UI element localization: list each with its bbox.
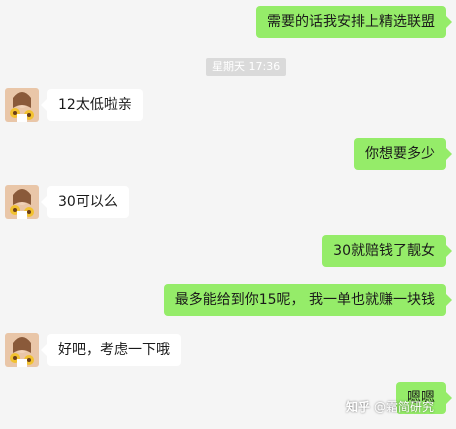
message-bubble-incoming[interactable]: 好吧，考虑一下哦 (41, 334, 181, 366)
message-bubble-incoming[interactable]: 12太低啦亲 (41, 89, 143, 121)
avatar-icon (5, 185, 39, 219)
avatar-icon (5, 333, 39, 367)
message-bubble-outgoing[interactable]: 你想要多少 (354, 138, 452, 170)
avatar-icon (5, 88, 39, 122)
watermark-author: @霜简研究 (374, 400, 435, 414)
contact-avatar[interactable] (5, 333, 39, 367)
message-bubble-outgoing[interactable]: 需要的话我安排上精选联盟 (256, 6, 452, 38)
watermark-brand: 知乎 (346, 400, 371, 414)
message-bubble-incoming[interactable]: 30可以么 (41, 186, 129, 218)
chat-window: 需要的话我安排上精选联盟 星期天 17:36 12太低啦亲 你想要多少 30可以… (0, 0, 456, 429)
contact-avatar[interactable] (5, 185, 39, 219)
timestamp-label: 星期天 17:36 (206, 58, 287, 76)
contact-avatar[interactable] (5, 88, 39, 122)
watermark: 知乎 @霜简研究 (346, 398, 434, 415)
message-bubble-outgoing[interactable]: 30就赔钱了靓女 (322, 235, 452, 267)
message-bubble-outgoing[interactable]: 最多能给到你15呢， 我一单也就赚一块钱 (163, 284, 453, 316)
